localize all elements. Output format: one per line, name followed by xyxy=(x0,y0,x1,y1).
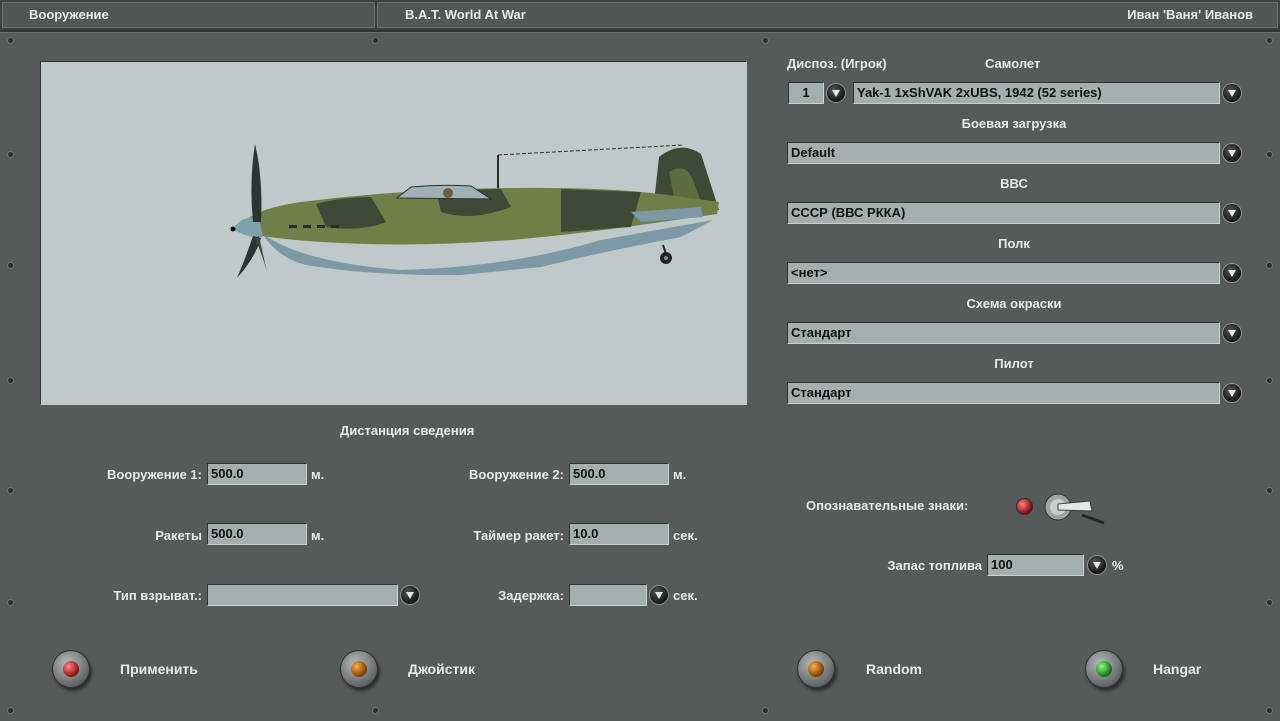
apply-label[interactable]: Применить xyxy=(120,661,198,677)
fuze-select[interactable] xyxy=(207,584,398,606)
title-bar: Вооружение B.A.T. World At War Иван 'Ван… xyxy=(0,0,1280,32)
game-title: B.A.T. World At War xyxy=(405,7,526,22)
rocket-timer-unit: сек. xyxy=(673,528,698,543)
weapon2-unit: м. xyxy=(673,467,687,482)
skin-header: Схема окраски xyxy=(966,296,1062,311)
weapon1-input[interactable]: 500.0 xyxy=(207,463,307,485)
slot-field[interactable]: 1 xyxy=(788,82,824,104)
red-lamp-icon xyxy=(1016,498,1033,515)
chevron-down-icon[interactable] xyxy=(400,585,420,605)
rivet xyxy=(763,708,768,713)
rivet xyxy=(373,38,378,43)
chevron-down-icon[interactable] xyxy=(1222,263,1242,283)
pilot-header: Пилот xyxy=(994,356,1034,371)
fuel-input[interactable]: 100 xyxy=(987,554,1084,576)
player-name: Иван 'Ваня' Иванов xyxy=(1127,7,1253,22)
random-label[interactable]: Random xyxy=(866,661,922,677)
rivet xyxy=(1267,708,1272,713)
rocket-timer-input[interactable]: 10.0 xyxy=(569,523,669,545)
aircraft-viewer[interactable] xyxy=(40,61,933,405)
plane-select[interactable]: Yak-1 1xShVAK 2xUBS, 1942 (52 series) xyxy=(853,82,1220,104)
rivet xyxy=(373,708,378,713)
rivet xyxy=(8,38,13,43)
convergence-title: Дистанция сведения xyxy=(340,423,475,438)
hangar-button[interactable] xyxy=(1085,650,1123,688)
rivet xyxy=(1267,152,1272,157)
rivet xyxy=(8,152,13,157)
chevron-down-icon[interactable] xyxy=(1222,83,1242,103)
regiment-header: Полк xyxy=(998,236,1030,251)
rockets-unit: м. xyxy=(311,528,325,543)
random-button[interactable] xyxy=(797,650,835,688)
rivet xyxy=(1267,38,1272,43)
delay-select[interactable] xyxy=(569,584,647,606)
chevron-down-icon[interactable] xyxy=(1222,143,1242,163)
toggle-switch-icon[interactable] xyxy=(1042,491,1110,529)
hangar-label[interactable]: Hangar xyxy=(1153,661,1201,677)
fuze-label: Тип взрыват.: xyxy=(113,588,202,603)
orange-lamp-icon xyxy=(808,661,824,677)
rivet xyxy=(8,378,13,383)
airforce-header: ВВС xyxy=(1000,176,1028,191)
rivet xyxy=(8,708,13,713)
weapon2-label: Вооружение 2: xyxy=(469,467,564,482)
rivet xyxy=(8,600,13,605)
chevron-down-icon[interactable] xyxy=(826,83,846,103)
joystick-button[interactable] xyxy=(340,650,378,688)
joystick-label[interactable]: Джойстик xyxy=(408,661,475,677)
skin-select[interactable]: Стандарт xyxy=(787,322,1220,344)
airforce-select[interactable]: СССР (ВВС РККА) xyxy=(787,202,1220,224)
section-title: Вооружение xyxy=(2,2,375,28)
chevron-down-icon[interactable] xyxy=(1222,383,1242,403)
rivet xyxy=(1267,488,1272,493)
chevron-down-icon[interactable] xyxy=(1222,203,1242,223)
weapon1-label: Вооружение 1: xyxy=(107,467,202,482)
slot-header: Диспоз. (Игрок) xyxy=(787,56,887,71)
rivet xyxy=(763,38,768,43)
rockets-input[interactable]: 500.0 xyxy=(207,523,307,545)
orange-lamp-icon xyxy=(351,661,367,677)
chevron-down-icon[interactable] xyxy=(1087,555,1107,575)
green-lamp-icon xyxy=(1096,661,1112,677)
red-lamp-icon xyxy=(63,661,79,677)
rockets-label: Ракеты xyxy=(155,528,202,543)
fuel-unit: % xyxy=(1112,558,1124,573)
markings-label: Опознавательные знаки: xyxy=(806,498,969,513)
rivet xyxy=(8,263,13,268)
regiment-select[interactable]: <нет> xyxy=(787,262,1220,284)
rivet xyxy=(1267,378,1272,383)
fuel-label: Запас топлива xyxy=(887,558,982,573)
rivet xyxy=(1267,263,1272,268)
rivet xyxy=(1267,600,1272,605)
delay-label: Задержка: xyxy=(498,588,564,603)
weapon1-unit: м. xyxy=(311,467,325,482)
rivet xyxy=(8,488,13,493)
weapon2-input[interactable]: 500.0 xyxy=(569,463,669,485)
chevron-down-icon[interactable] xyxy=(649,585,669,605)
game-title-bar: B.A.T. World At War Иван 'Ваня' Иванов xyxy=(377,2,1278,28)
loadout-select[interactable]: Default xyxy=(787,142,1220,164)
pilot-select[interactable]: Стандарт xyxy=(787,382,1220,404)
delay-unit: сек. xyxy=(673,588,698,603)
rocket-timer-label: Таймер ракет: xyxy=(473,528,564,543)
aircraft-image xyxy=(230,144,719,278)
chevron-down-icon[interactable] xyxy=(1222,323,1242,343)
plane-header: Самолет xyxy=(985,56,1041,71)
apply-button[interactable] xyxy=(52,650,90,688)
loadout-header: Боевая загрузка xyxy=(961,116,1067,131)
